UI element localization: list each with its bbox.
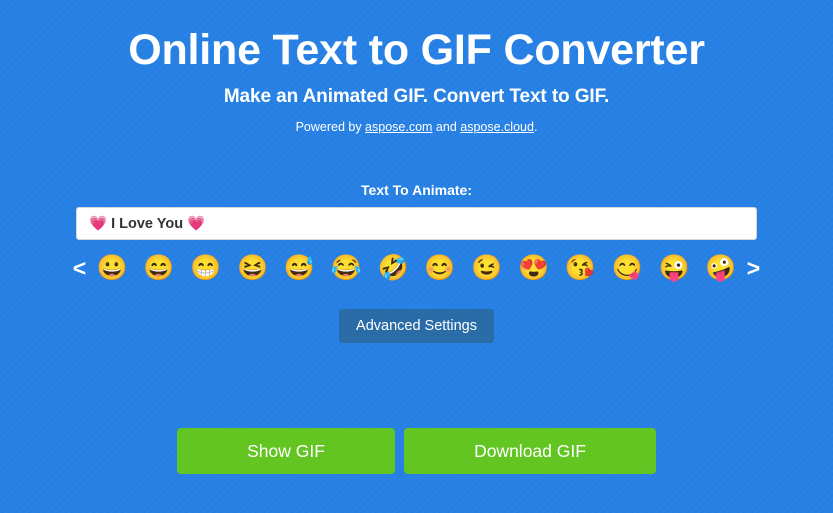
emoji-item[interactable]: 😄 [143, 255, 174, 281]
powered-by-prefix: Powered by [295, 120, 366, 135]
emoji-item[interactable]: 🤪 [705, 255, 736, 281]
emoji-item[interactable]: 😍 [518, 255, 549, 281]
emoji-item[interactable]: 😂 [331, 255, 362, 281]
text-to-animate-input[interactable] [76, 207, 757, 241]
emoji-item[interactable]: 😆 [237, 255, 268, 281]
text-to-animate-label: Text To Animate: [361, 182, 472, 199]
emoji-item[interactable]: 😁 [190, 255, 221, 281]
emoji-item[interactable]: 😘 [565, 255, 596, 281]
emoji-list: 😀 😄 😁 😆 😅 😂 🤣 😊 😉 😍 😘 😋 😜 🤪 [93, 255, 741, 281]
page-root: Online Text to GIF Converter Make an Ani… [0, 0, 833, 513]
page-title: Online Text to GIF Converter [128, 26, 705, 74]
powered-by-line: Powered by aspose.com and aspose.cloud. [0, 120, 833, 134]
emoji-next-arrow-icon[interactable]: > [741, 256, 767, 280]
emoji-item[interactable]: 😅 [284, 255, 315, 281]
page-subtitle: Make an Animated GIF. Convert Text to GI… [223, 86, 610, 108]
emoji-picker: < 😀 😄 😁 😆 😅 😂 🤣 😊 😉 😍 😘 😋 😜 🤪 > [67, 248, 767, 288]
emoji-prev-arrow-icon[interactable]: < [67, 256, 93, 280]
action-button-group: Show GIF Download GIF [0, 428, 833, 474]
emoji-item[interactable]: 😊 [424, 255, 455, 281]
emoji-item[interactable]: 🤣 [377, 255, 408, 281]
advanced-settings-wrapper: Advanced Settings [0, 309, 833, 344]
emoji-item[interactable]: 😀 [97, 255, 128, 281]
advanced-settings-button[interactable]: Advanced Settings [339, 309, 494, 344]
aspose-cloud-link[interactable]: aspose.cloud [460, 120, 534, 134]
hero-section: Online Text to GIF Converter Make an Ani… [0, 0, 833, 134]
powered-by-middle: and [432, 120, 461, 135]
aspose-com-link[interactable]: aspose.com [365, 120, 432, 134]
show-gif-button[interactable]: Show GIF [177, 428, 395, 474]
form-section: Text To Animate: < 😀 😄 😁 😆 😅 😂 🤣 😊 😉 😍 😘… [0, 182, 833, 344]
emoji-item[interactable]: 😉 [471, 255, 502, 281]
powered-by-suffix: . [533, 120, 538, 135]
download-gif-button[interactable]: Download GIF [404, 428, 656, 474]
emoji-item[interactable]: 😜 [658, 255, 689, 281]
emoji-item[interactable]: 😋 [612, 255, 643, 281]
